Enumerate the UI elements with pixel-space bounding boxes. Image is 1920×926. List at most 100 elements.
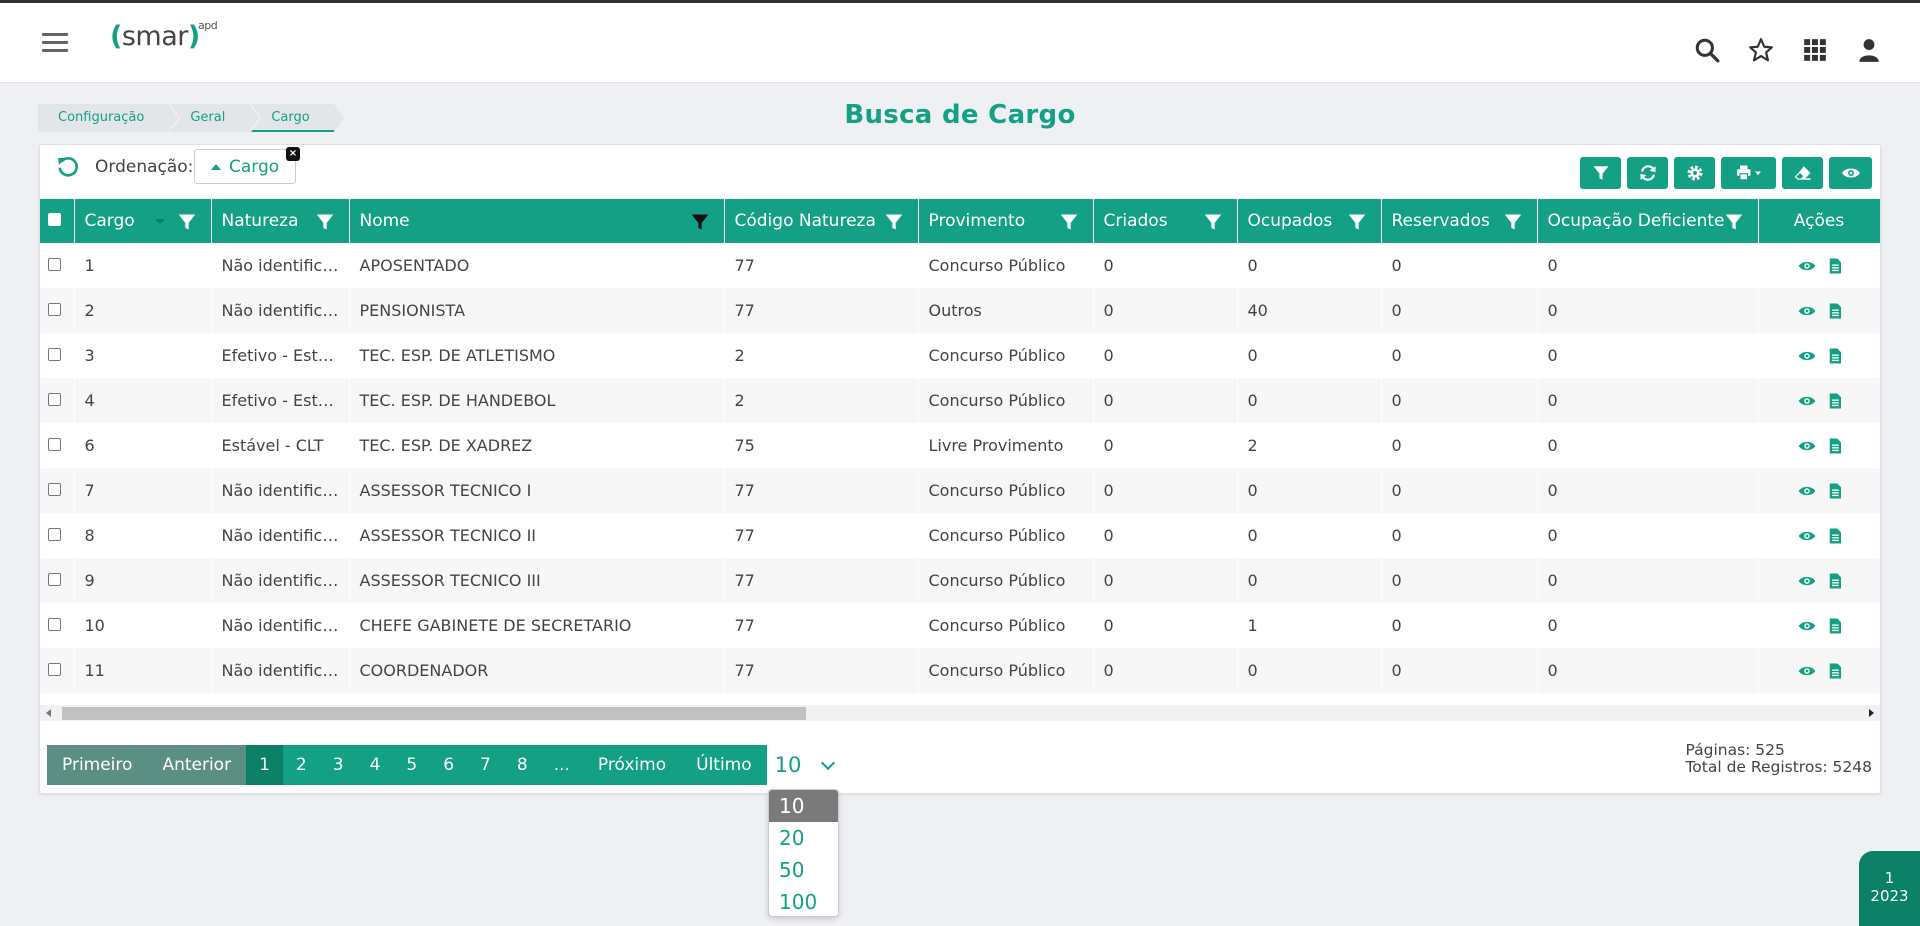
document-icon[interactable] — [1826, 527, 1844, 545]
document-icon[interactable] — [1826, 347, 1844, 365]
header-ocupados[interactable]: Ocupados — [1237, 199, 1382, 243]
header-codigo-natureza[interactable]: Código Natureza — [724, 199, 919, 243]
pagination: Primeiro Anterior 1 2 3 4 5 6 7 8 ... Pr… — [47, 745, 839, 785]
settings-button[interactable] — [1674, 157, 1715, 189]
page-button-7[interactable]: 7 — [467, 745, 504, 785]
filter-icon[interactable] — [1203, 212, 1223, 232]
document-icon[interactable] — [1826, 257, 1844, 275]
row-checkbox[interactable] — [48, 618, 61, 631]
filter-icon[interactable] — [315, 212, 335, 232]
page-button-5[interactable]: 5 — [393, 745, 431, 785]
page-button-2[interactable]: 2 — [282, 745, 320, 785]
filter-icon[interactable] — [1347, 212, 1367, 232]
cell-reservados: 0 — [1381, 288, 1538, 333]
row-checkbox[interactable] — [48, 303, 61, 316]
row-checkbox[interactable] — [48, 438, 61, 451]
gear-icon — [1687, 165, 1702, 181]
scroll-right-icon[interactable] — [1869, 709, 1874, 717]
header-reservados[interactable]: Reservados — [1381, 199, 1538, 243]
document-icon[interactable] — [1826, 392, 1844, 410]
first-page-button[interactable]: Primeiro — [47, 745, 148, 785]
table-row: 6 Estável - CLT TEC. ESP. DE XADREZ 75 Livre… — [40, 423, 1880, 468]
eye-icon[interactable] — [1798, 347, 1816, 365]
document-icon[interactable] — [1826, 662, 1844, 680]
document-icon[interactable] — [1826, 572, 1844, 590]
row-checkbox[interactable] — [48, 528, 61, 541]
filter-icon[interactable] — [1724, 212, 1744, 232]
apps-grid-icon[interactable] — [1802, 37, 1828, 63]
filter-icon[interactable] — [177, 212, 197, 232]
document-icon[interactable] — [1826, 482, 1844, 500]
toolbar — [1580, 157, 1872, 189]
star-icon[interactable] — [1748, 37, 1774, 63]
eye-icon[interactable] — [1798, 527, 1816, 545]
row-checkbox[interactable] — [48, 663, 61, 676]
ordering-chip[interactable]: Cargo — [194, 149, 296, 184]
page-size-option-100[interactable]: 100 — [769, 886, 838, 916]
page-button-8[interactable]: 8 — [503, 745, 541, 785]
print-button[interactable] — [1721, 157, 1776, 189]
row-checkbox[interactable] — [48, 258, 61, 271]
cell-codigo-natureza: 77 — [724, 513, 919, 558]
pages-total: Páginas: 525 — [1685, 741, 1785, 759]
prev-page-button[interactable]: Anterior — [147, 745, 247, 785]
cell-reservados: 0 — [1381, 423, 1538, 468]
eye-icon[interactable] — [1798, 482, 1816, 500]
page-size-option-50[interactable]: 50 — [769, 854, 838, 886]
eye-icon[interactable] — [1798, 257, 1816, 275]
document-icon[interactable] — [1826, 302, 1844, 320]
row-checkbox[interactable] — [48, 573, 61, 586]
cell-nome: COORDENADOR — [349, 648, 725, 693]
row-checkbox[interactable] — [48, 393, 61, 406]
eye-icon[interactable] — [1798, 437, 1816, 455]
page-size-select[interactable]: 10 — [766, 745, 839, 785]
logo[interactable]: (smar) apd — [110, 19, 218, 52]
filter-button[interactable] — [1580, 157, 1621, 189]
header-nome[interactable]: Nome — [349, 199, 725, 243]
page-button-3[interactable]: 3 — [319, 745, 357, 785]
undo-icon[interactable] — [56, 155, 80, 179]
eye-icon[interactable] — [1798, 662, 1816, 680]
page-button-1[interactable]: 1 — [246, 745, 283, 785]
last-page-button[interactable]: Último — [681, 745, 767, 785]
ordering-remove-button[interactable]: × — [286, 147, 300, 161]
eye-icon[interactable] — [1798, 392, 1816, 410]
eye-icon[interactable] — [1798, 617, 1816, 635]
next-page-button[interactable]: Próximo — [582, 745, 682, 785]
horizontal-scrollbar[interactable] — [40, 705, 1880, 721]
filter-active-icon[interactable] — [690, 212, 710, 232]
document-icon[interactable] — [1826, 617, 1844, 635]
header-provimento[interactable]: Provimento — [918, 199, 1094, 243]
cell-natureza: Não identificado — [211, 288, 350, 333]
header-natureza[interactable]: Natureza — [211, 199, 350, 243]
eye-icon[interactable] — [1798, 572, 1816, 590]
header-cargo[interactable]: Cargo — [74, 199, 212, 243]
header-ocupacao-deficiente[interactable]: Ocupação Deficiente — [1537, 199, 1759, 243]
top-bar: (smar) apd — [0, 3, 1920, 83]
search-icon[interactable] — [1694, 37, 1720, 63]
clear-button[interactable] — [1782, 157, 1823, 189]
filter-icon[interactable] — [1059, 212, 1079, 232]
row-select-cell — [40, 468, 75, 513]
page-ellipsis[interactable]: ... — [540, 745, 583, 785]
row-checkbox[interactable] — [48, 348, 61, 361]
menu-icon[interactable] — [42, 33, 68, 53]
eye-icon[interactable] — [1798, 302, 1816, 320]
cell-acoes — [1758, 558, 1880, 603]
page-button-4[interactable]: 4 — [356, 745, 394, 785]
filter-icon[interactable] — [1503, 212, 1523, 232]
reload-button[interactable] — [1627, 157, 1668, 189]
page-button-6[interactable]: 6 — [430, 745, 468, 785]
scrollbar-thumb[interactable] — [62, 707, 806, 720]
row-checkbox[interactable] — [48, 483, 61, 496]
page-size-option-20[interactable]: 20 — [769, 822, 838, 854]
page-size-option-10[interactable]: 10 — [769, 790, 838, 822]
select-all-checkbox[interactable] — [48, 213, 61, 226]
scroll-left-icon[interactable] — [46, 709, 51, 717]
filter-icon[interactable] — [884, 212, 904, 232]
view-button[interactable] — [1829, 157, 1872, 189]
user-icon[interactable] — [1856, 37, 1882, 63]
header-criados[interactable]: Criados — [1093, 199, 1238, 243]
document-icon[interactable] — [1826, 437, 1844, 455]
year-badge[interactable]: 1 2023 — [1859, 851, 1920, 926]
